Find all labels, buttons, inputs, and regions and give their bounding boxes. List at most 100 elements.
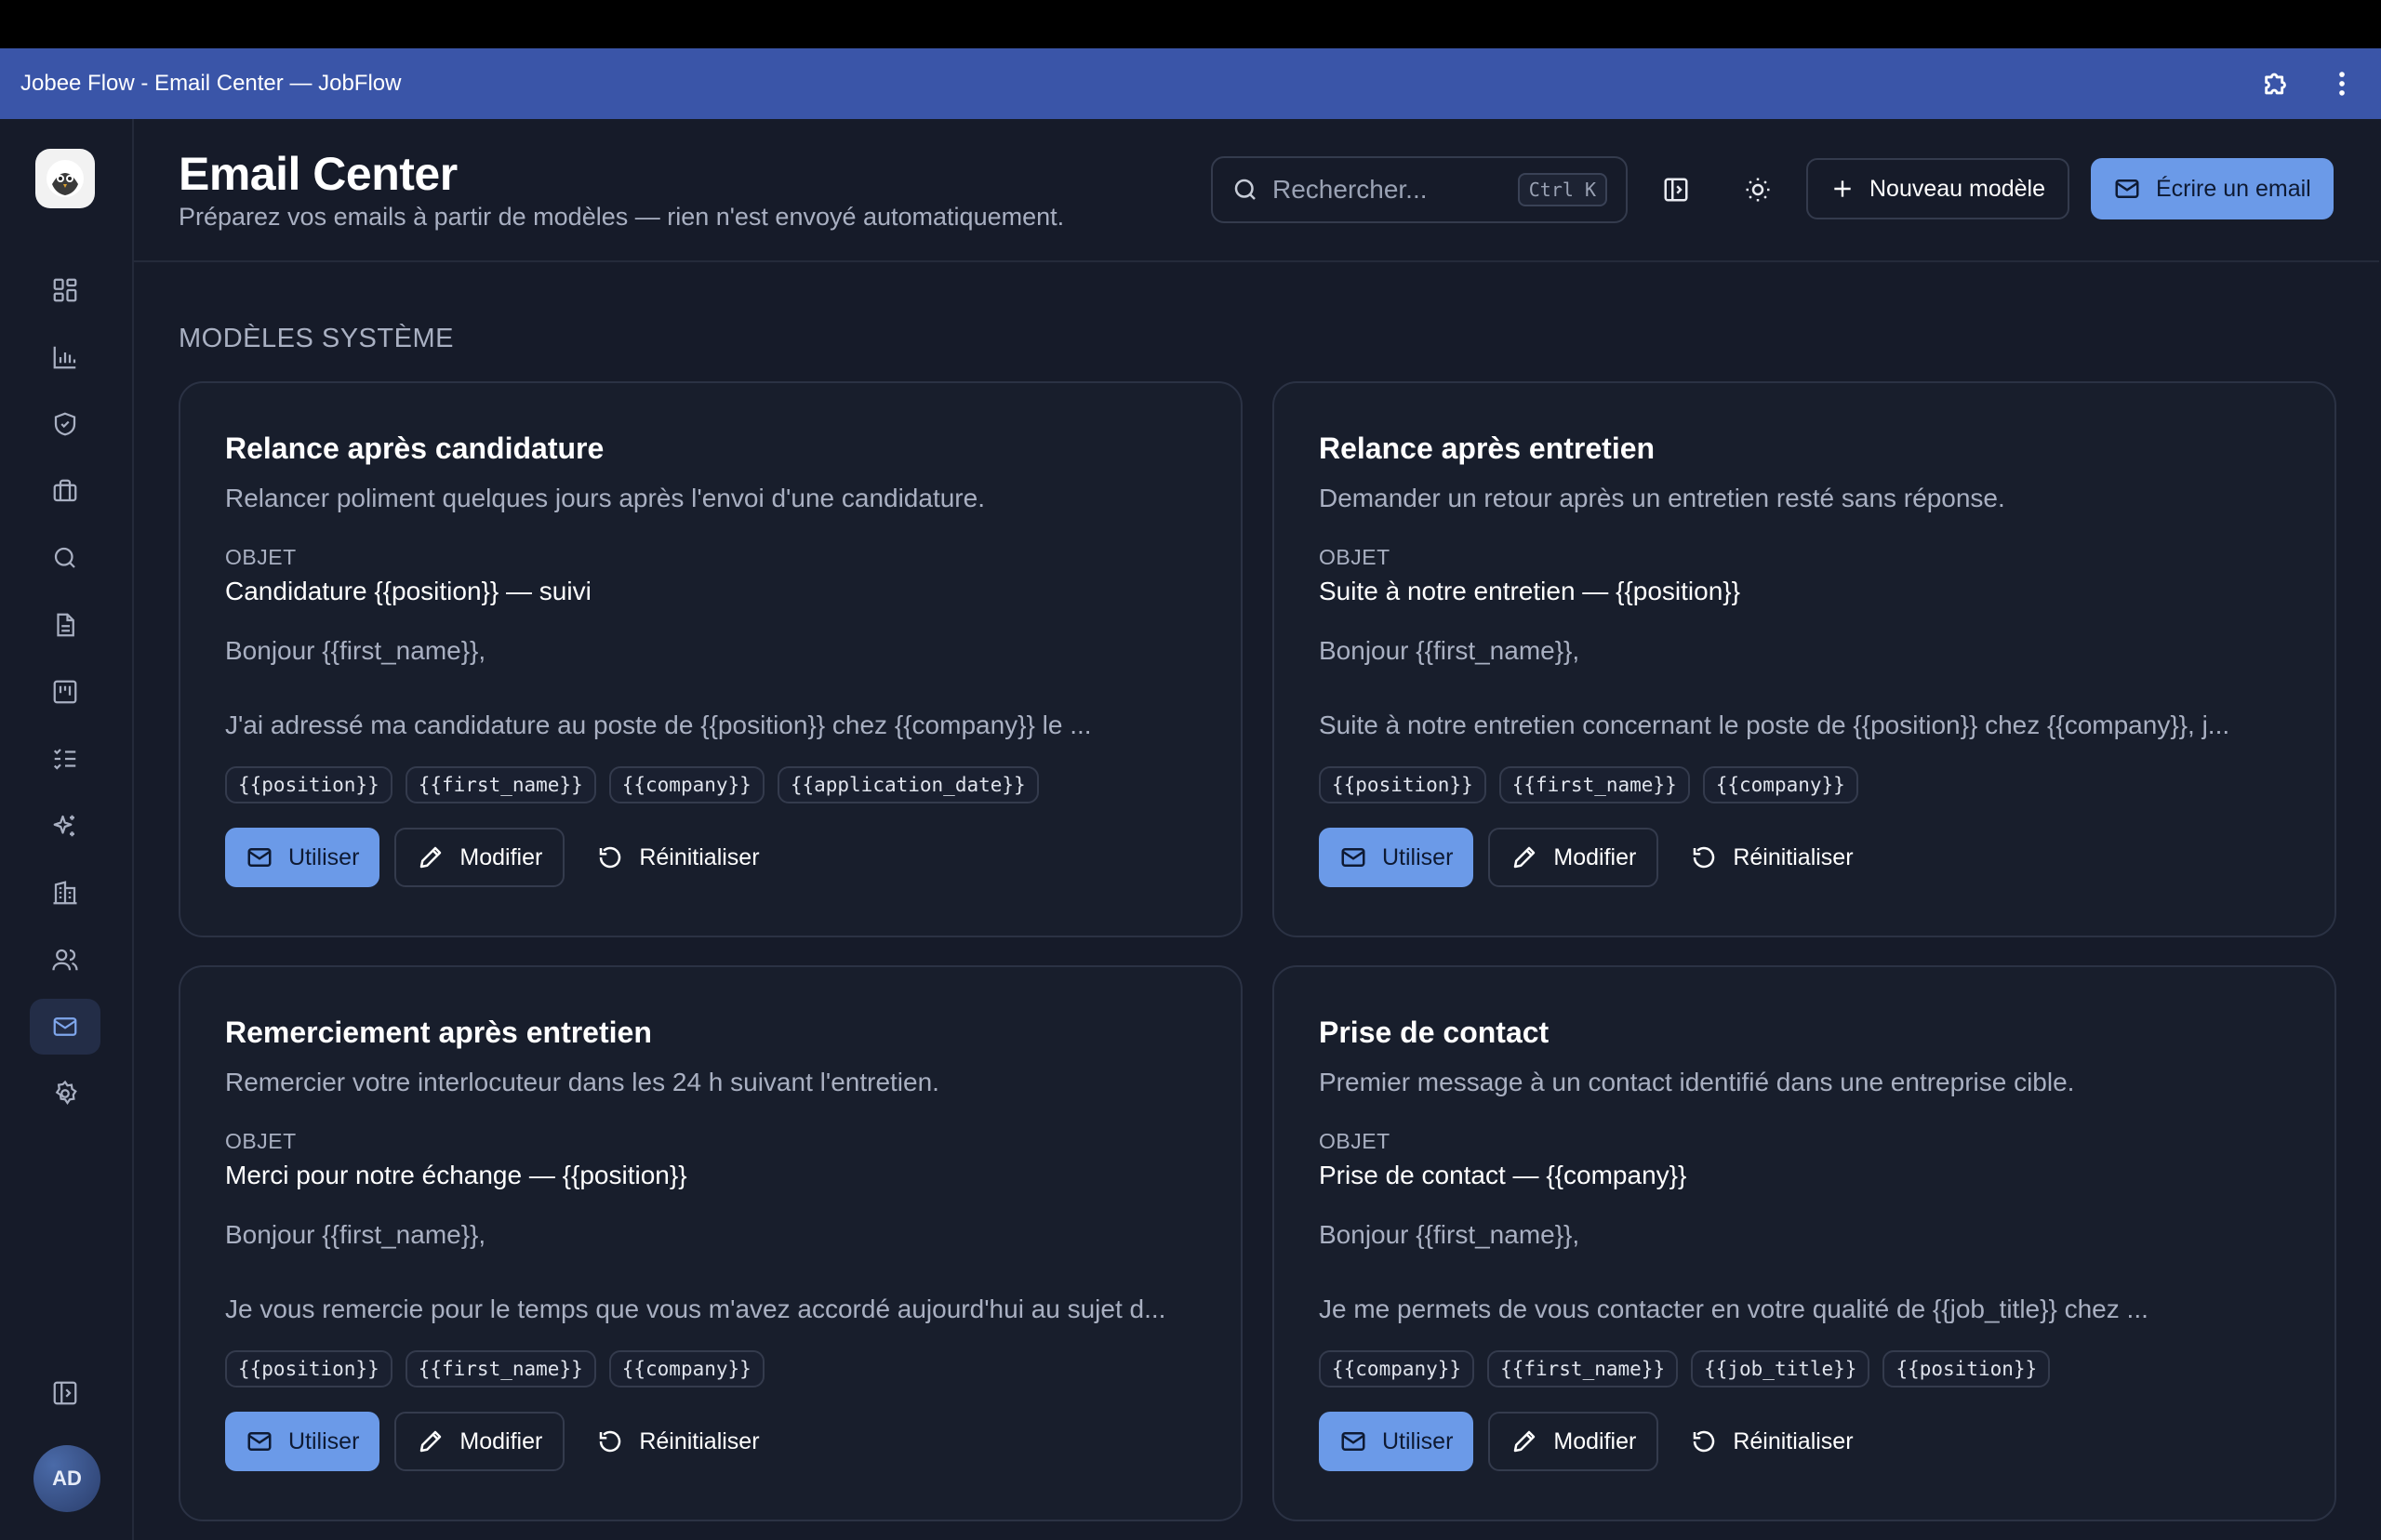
edit-template-button[interactable]: Modifier <box>394 828 565 887</box>
variable-tag: {{first_name}} <box>405 1350 596 1387</box>
sidebar-collapse-toggle[interactable] <box>30 1365 100 1421</box>
reset-icon <box>1694 1430 1715 1453</box>
pencil-icon <box>1514 1430 1536 1453</box>
checklist-icon <box>53 749 76 770</box>
window-titlebar: Jobee Flow - Email Center — JobFlow <box>0 48 2381 119</box>
kanban-icon <box>53 680 77 704</box>
mail-icon <box>1341 848 1365 867</box>
sidebar-item-tasks[interactable] <box>30 731 100 787</box>
pencil-icon <box>420 846 442 869</box>
variable-tag: {{application_date}} <box>777 766 1039 803</box>
app-logo[interactable] <box>35 149 95 208</box>
template-greeting: Bonjour {{first_name}}, <box>1319 1220 1580 1249</box>
sidebar-item-board[interactable] <box>30 664 100 720</box>
new-template-button[interactable]: Nouveau modèle <box>1806 158 2070 219</box>
page-subtitle: Préparez vos emails à partir de modèles … <box>179 203 1065 231</box>
edit-label: Modifier <box>1553 1427 1637 1454</box>
reset-icon <box>600 846 621 869</box>
template-subject: Prise de contact — {{company}} <box>1319 1161 1687 1189</box>
shield-check-icon <box>54 412 76 436</box>
pencil-icon <box>1514 846 1536 869</box>
mail-icon <box>53 1017 77 1036</box>
use-template-button[interactable]: Utiliser <box>225 828 380 887</box>
variable-tag: {{job_title}} <box>1691 1350 1870 1387</box>
search-input[interactable]: Rechercher... Ctrl K <box>1211 156 1628 223</box>
template-card: Prise de contact Premier message à un co… <box>1272 965 2336 1521</box>
compose-email-label: Écrire un email <box>2156 175 2311 202</box>
template-actions: Utiliser Modifier Réinitialiser <box>225 828 777 887</box>
sidebar-item-settings[interactable] <box>30 1066 100 1122</box>
panel-toggle-icon <box>53 1381 77 1405</box>
edit-template-button[interactable]: Modifier <box>1488 1412 1659 1471</box>
subject-label: OBJET <box>1319 545 1390 569</box>
template-subject: Suite à notre entretien — {{position}} <box>1319 577 1740 605</box>
compose-email-button[interactable]: Écrire un email <box>2091 158 2334 219</box>
sidebar-item-dashboard[interactable] <box>30 262 100 318</box>
dashboard-icon <box>53 278 77 302</box>
variable-tag: {{company}} <box>608 1350 765 1387</box>
building-icon <box>53 881 77 905</box>
reset-label: Réinitialiser <box>1733 843 1854 870</box>
users-icon <box>52 949 78 971</box>
variable-tag: {{first_name}} <box>1487 1350 1679 1387</box>
avatar[interactable]: AD <box>33 1445 100 1512</box>
sidebar-item-security[interactable] <box>30 396 100 452</box>
sidebar: AD <box>0 119 134 1540</box>
use-template-button[interactable]: Utiliser <box>1319 828 1474 887</box>
gear-icon <box>55 1080 77 1106</box>
use-label: Utiliser <box>288 1427 360 1454</box>
mail-icon <box>2115 179 2139 198</box>
use-template-button[interactable]: Utiliser <box>1319 1412 1474 1471</box>
sidebar-item-search[interactable] <box>30 530 100 586</box>
edit-template-button[interactable]: Modifier <box>394 1412 565 1471</box>
template-body-preview: J'ai adressé ma candidature au poste de … <box>225 710 1092 739</box>
pencil-icon <box>420 1430 442 1453</box>
reset-template-button[interactable]: Réinitialiser <box>579 828 776 887</box>
variable-tag: {{first_name}} <box>1498 766 1690 803</box>
sidebar-item-analytics[interactable] <box>30 329 100 385</box>
sun-icon <box>1746 178 1770 202</box>
panel-toggle-icon <box>1664 178 1688 202</box>
sidebar-item-contacts[interactable] <box>30 932 100 988</box>
extension-icon[interactable] <box>2258 65 2295 102</box>
panel-toggle-button[interactable] <box>1650 164 1702 216</box>
reset-label: Réinitialiser <box>639 843 760 870</box>
template-subject: Candidature {{position}} — suivi <box>225 577 592 605</box>
sidebar-item-jobs[interactable] <box>30 463 100 519</box>
app-shell: AD Email Center Préparez vos emails à pa… <box>0 119 2381 1540</box>
mail-icon <box>247 1432 272 1451</box>
theme-toggle-button[interactable] <box>1732 164 1784 216</box>
template-card: Relance après candidature Relancer polim… <box>179 381 1243 937</box>
template-actions: Utiliser Modifier Réinitialiser <box>1319 828 1870 887</box>
sidebar-item-companies[interactable] <box>30 865 100 921</box>
template-description: Demander un retour après un entretien re… <box>1319 484 2005 512</box>
sidebar-item-documents[interactable] <box>30 597 100 653</box>
document-icon <box>57 613 74 637</box>
new-template-label: Nouveau modèle <box>1869 175 2046 202</box>
variable-tag: {{first_name}} <box>405 766 596 803</box>
sidebar-item-ai[interactable] <box>30 798 100 854</box>
variable-tag: {{position}} <box>225 1350 392 1387</box>
variable-tags: {{position}} {{first_name}} {{company}} <box>225 1350 765 1387</box>
more-vertical-icon[interactable] <box>2323 65 2361 102</box>
variable-tag: {{position}} <box>1882 1350 2051 1387</box>
reset-icon <box>1694 846 1715 869</box>
reset-template-button[interactable]: Réinitialiser <box>1673 1412 1869 1471</box>
sidebar-item-email[interactable] <box>30 999 100 1055</box>
template-title: Prise de contact <box>1319 1016 1550 1049</box>
plus-icon <box>1834 180 1851 197</box>
edit-template-button[interactable]: Modifier <box>1488 828 1659 887</box>
search-placeholder: Rechercher... <box>1272 175 1428 204</box>
sparkles-icon <box>53 815 74 837</box>
template-greeting: Bonjour {{first_name}}, <box>225 1220 486 1249</box>
variable-tags: {{position}} {{first_name}} {{company}} <box>1319 766 1858 803</box>
template-description: Relancer poliment quelques jours après l… <box>225 484 985 512</box>
template-greeting: Bonjour {{first_name}}, <box>225 636 486 665</box>
variable-tag: {{company}} <box>1319 1350 1475 1387</box>
reset-template-button[interactable]: Réinitialiser <box>1673 828 1869 887</box>
use-template-button[interactable]: Utiliser <box>225 1412 380 1471</box>
template-actions: Utiliser Modifier Réinitialiser <box>225 1412 777 1471</box>
reset-template-button[interactable]: Réinitialiser <box>579 1412 776 1471</box>
briefcase-icon <box>53 479 77 502</box>
template-greeting: Bonjour {{first_name}}, <box>1319 636 1580 665</box>
